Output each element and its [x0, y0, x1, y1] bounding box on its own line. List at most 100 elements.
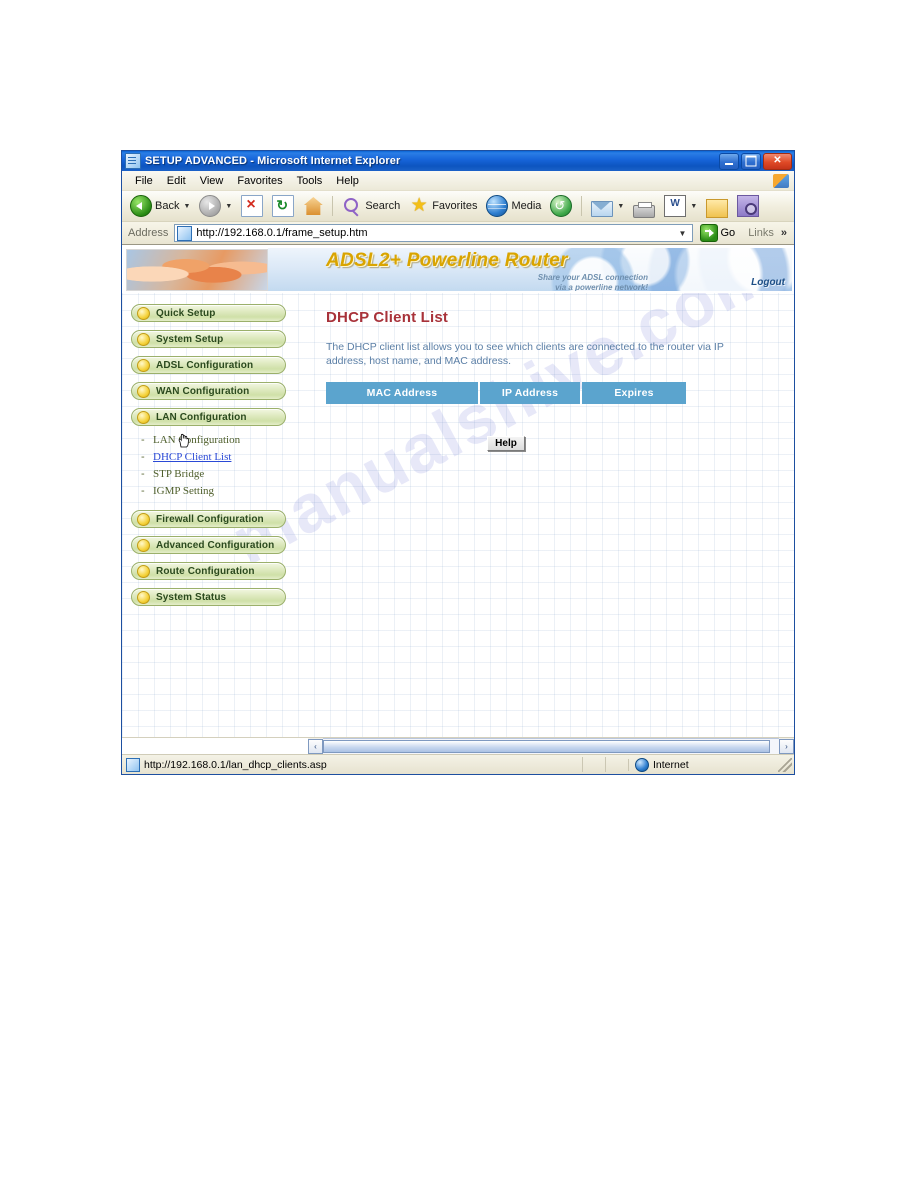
help-button[interactable]: Help [487, 436, 525, 451]
submenu-item-dhcp-client-list[interactable]: - DHCP Client List [141, 451, 314, 468]
table-header-mac-address: MAC Address [326, 382, 478, 404]
menu-item-tools[interactable]: Tools [290, 174, 330, 188]
security-zone: Internet [628, 757, 778, 772]
refresh-button[interactable] [268, 193, 298, 219]
sidebar-item-advanced-configuration[interactable]: Advanced Configuration [131, 536, 286, 554]
sidebar-item-label: LAN Configuration [156, 411, 247, 423]
sidebar-navigation: Quick Setup System Setup ADSL Configurat… [122, 293, 314, 737]
bullet-icon [137, 538, 150, 552]
search-icon [342, 196, 362, 216]
forward-button[interactable]: ▼ [195, 193, 236, 219]
scrollbar-track[interactable] [323, 737, 779, 755]
status-url: http://192.168.0.1/lan_dhcp_clients.asp [144, 758, 327, 771]
forward-arrow-icon [199, 195, 222, 217]
media-button[interactable]: Media [482, 193, 545, 219]
submenu-item-label: LAN Configuration [153, 434, 241, 446]
print-button[interactable] [629, 193, 659, 219]
back-arrow-icon [130, 195, 152, 217]
sidebar-item-route-configuration[interactable]: Route Configuration [131, 562, 286, 580]
sidebar-item-label: WAN Configuration [156, 385, 250, 397]
history-button[interactable] [546, 193, 576, 219]
address-bar: Address http://192.168.0.1/frame_setup.h… [122, 222, 794, 245]
back-button[interactable]: Back ▼ [126, 193, 194, 219]
page-icon [126, 757, 140, 772]
menu-item-edit[interactable]: Edit [160, 174, 193, 188]
mail-button[interactable]: ▼ [587, 193, 628, 219]
scroll-left-button[interactable]: ‹ [308, 738, 323, 754]
messenger-button[interactable] [702, 193, 732, 219]
sidebar-item-quick-setup[interactable]: Quick Setup [131, 304, 286, 322]
windows-flag-icon [773, 173, 789, 188]
toolbar-separator [581, 196, 583, 216]
resize-grip-icon[interactable] [778, 757, 792, 772]
sidebar-item-wan-configuration[interactable]: WAN Configuration [131, 382, 286, 400]
stop-button[interactable] [237, 193, 267, 219]
page-icon [177, 225, 193, 241]
minimize-button[interactable] [719, 152, 739, 170]
dash-icon: - [141, 434, 145, 446]
help-button-row: Help [326, 436, 686, 451]
sidebar-item-adsl-configuration[interactable]: ADSL Configuration [131, 356, 286, 374]
stop-icon [241, 195, 264, 217]
page-banner: ADSL2+ Powerline Router Share your ADSL … [122, 246, 794, 293]
notes-icon [706, 198, 729, 218]
submenu-item-label: STP Bridge [153, 468, 205, 480]
scroll-right-button[interactable]: › [779, 738, 794, 754]
menu-item-favorites[interactable]: Favorites [230, 174, 289, 188]
window-title: SETUP ADVANCED - Microsoft Internet Expl… [145, 155, 401, 167]
home-button[interactable] [299, 193, 327, 219]
address-label: Address [128, 227, 169, 239]
menu-item-help[interactable]: Help [329, 174, 366, 188]
close-icon: ✕ [773, 155, 782, 166]
title-bar: SETUP ADVANCED - Microsoft Internet Expl… [122, 151, 794, 171]
media-globe-icon [486, 195, 509, 217]
favorites-button[interactable]: Favorites [405, 193, 481, 219]
chevron-down-icon: ▼ [617, 202, 625, 210]
menu-item-file[interactable]: File [128, 174, 160, 188]
scrollbar-thumb[interactable] [323, 739, 770, 753]
overflow-chevron-icon[interactable]: » [777, 227, 791, 239]
edit-button[interactable]: ▼ [660, 193, 701, 219]
submenu-item-label: DHCP Client List [153, 451, 232, 463]
close-button[interactable]: ✕ [763, 152, 792, 170]
logout-button[interactable]: Logout [751, 277, 785, 288]
page-description: The DHCP client list allows you to see w… [326, 341, 724, 367]
page-title: DHCP Client List [326, 309, 449, 326]
status-cell [582, 757, 605, 772]
links-label[interactable]: Links [742, 227, 774, 239]
ie-document-icon [125, 153, 141, 169]
go-button[interactable]: Go [696, 224, 740, 242]
address-url-text: http://192.168.0.1/frame_setup.htm [196, 227, 368, 239]
address-input[interactable]: http://192.168.0.1/frame_setup.htm ▼ [174, 224, 693, 242]
web-page: manualshive.com manualshive ADSL2+ Power… [122, 245, 794, 737]
search-button[interactable]: Search [338, 193, 404, 219]
toolbar: Back ▼ ▼ Search Favorites Media [122, 191, 794, 222]
submenu-item-label: IGMP Setting [153, 485, 215, 497]
horizontal-scrollbar[interactable]: ‹ › [122, 737, 794, 755]
menu-item-view[interactable]: View [193, 174, 231, 188]
banner-graphic: ADSL2+ Powerline Router Share your ADSL … [268, 248, 792, 291]
dash-icon: - [141, 451, 145, 463]
scrollbar-gutter [122, 738, 308, 754]
sidebar-item-lan-configuration[interactable]: LAN Configuration [131, 408, 286, 426]
bullet-icon [137, 384, 150, 398]
browser-window: SETUP ADVANCED - Microsoft Internet Expl… [121, 150, 795, 775]
sidebar-item-system-setup[interactable]: System Setup [131, 330, 286, 348]
dash-icon: - [141, 485, 145, 497]
submenu-item-igmp-setting[interactable]: - IGMP Setting [141, 485, 314, 502]
menu-bar: File Edit View Favorites Tools Help [122, 171, 794, 191]
maximize-button[interactable] [741, 152, 761, 170]
chevron-down-icon[interactable]: ▼ [676, 225, 690, 241]
mail-icon [591, 201, 614, 217]
bullet-icon [137, 410, 150, 424]
research-button[interactable] [733, 193, 763, 219]
page-body: Quick Setup System Setup ADSL Configurat… [122, 293, 794, 737]
sidebar-item-system-status[interactable]: System Status [131, 588, 286, 606]
sidebar-item-label: Advanced Configuration [156, 539, 275, 551]
submenu-item-stp-bridge[interactable]: - STP Bridge [141, 468, 314, 485]
sidebar-item-firewall-configuration[interactable]: Firewall Configuration [131, 510, 286, 528]
research-icon [737, 195, 760, 217]
bullet-icon [137, 590, 150, 604]
submenu-item-lan-configuration[interactable]: - LAN Configuration [141, 434, 314, 451]
scrollbar-track-area[interactable]: ‹ › [308, 737, 794, 755]
